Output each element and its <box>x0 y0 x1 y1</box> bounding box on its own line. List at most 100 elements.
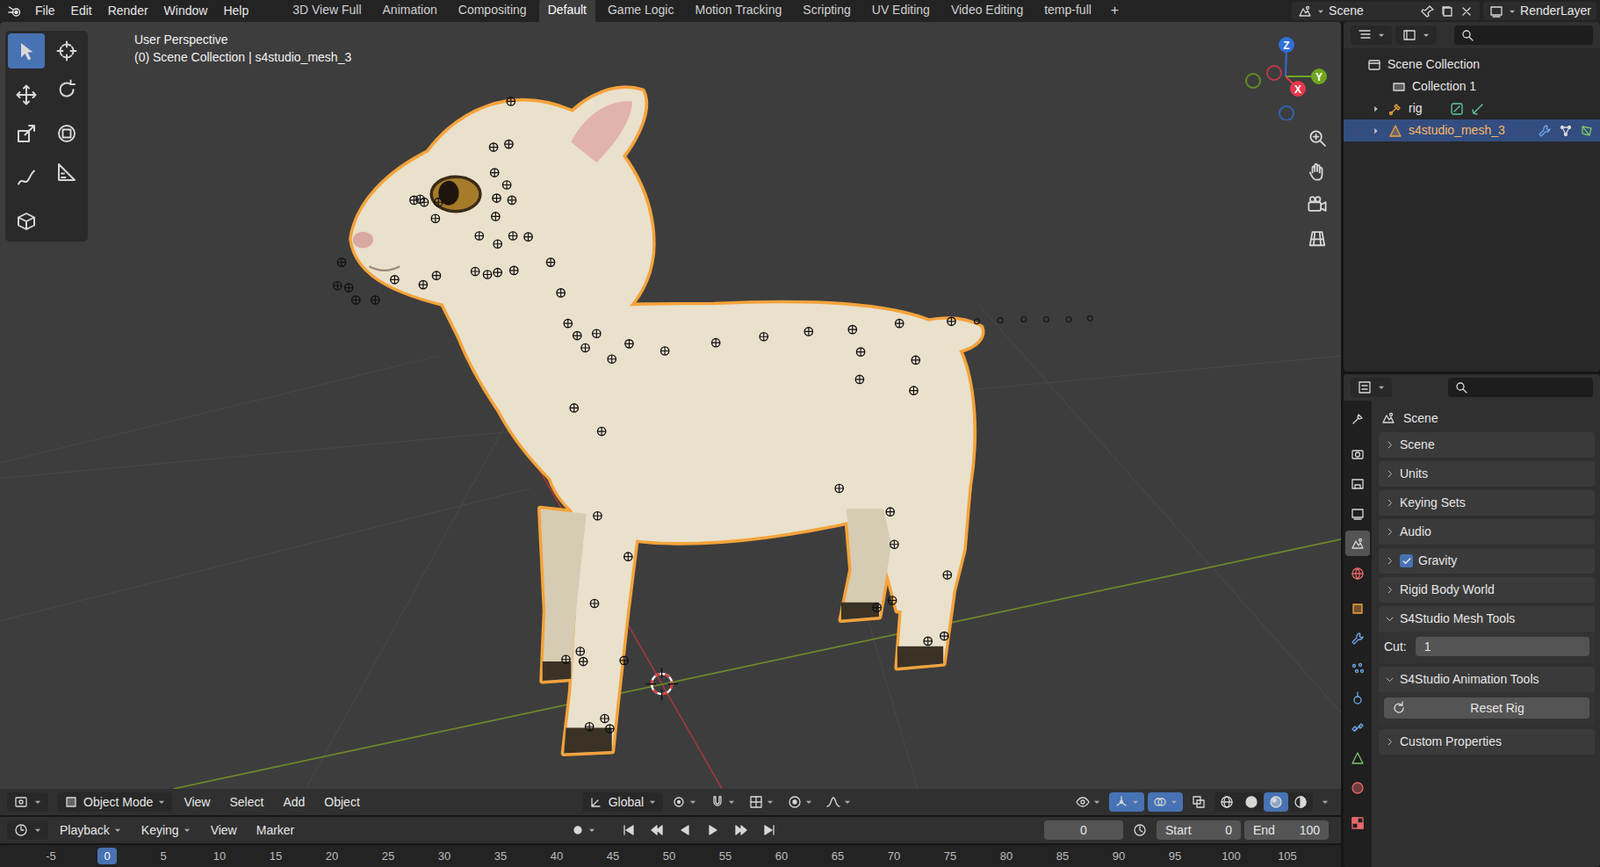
texture-icon[interactable] <box>1349 814 1366 831</box>
snap-button[interactable] <box>705 792 741 812</box>
properties-tab[interactable] <box>1345 684 1370 711</box>
viewport-menu[interactable]: Add <box>274 792 313 813</box>
frame-number[interactable]: 100 <box>1215 847 1247 865</box>
properties-tab[interactable] <box>1345 560 1370 586</box>
workspace-tab[interactable]: Game Logic <box>598 0 683 22</box>
display-mode-selector[interactable] <box>1395 25 1437 45</box>
panel-chevron-icon[interactable] <box>1383 437 1395 454</box>
properties-search[interactable] <box>1448 377 1593 397</box>
nav-button[interactable] <box>1304 124 1331 152</box>
shading-button[interactable] <box>1263 792 1289 812</box>
workspace-tab[interactable]: Default <box>539 0 596 22</box>
negative-axis-ball[interactable] <box>1279 106 1294 121</box>
xray-icon[interactable] <box>1190 793 1207 810</box>
frame-number[interactable]: 80 <box>994 847 1019 865</box>
timeline-menu[interactable]: Playback <box>51 819 130 841</box>
frame-tick[interactable]: 90 <box>1090 847 1147 865</box>
frame-tick[interactable]: 30 <box>416 847 473 865</box>
tool-button[interactable] <box>7 203 45 239</box>
properties-tab[interactable] <box>1345 744 1370 771</box>
shading-button[interactable] <box>1214 792 1240 812</box>
frame-number[interactable]: 60 <box>769 847 794 865</box>
frame-tick[interactable]: 25 <box>360 847 417 865</box>
frame-number[interactable]: 35 <box>488 847 513 865</box>
panel-header[interactable]: Audio <box>1378 518 1595 545</box>
nav-button[interactable] <box>1304 224 1331 252</box>
frame-tick[interactable]: 15 <box>247 847 304 865</box>
shading-button[interactable] <box>1288 792 1313 812</box>
scene-icon[interactable] <box>1297 3 1313 20</box>
viewport-toggle[interactable] <box>1109 792 1145 812</box>
frame-number[interactable]: 85 <box>1050 847 1075 865</box>
tool-button[interactable] <box>7 33 45 69</box>
properties-tab[interactable] <box>1345 530 1370 556</box>
snap-icon[interactable] <box>709 793 726 810</box>
viewport-toggle[interactable] <box>1186 792 1211 812</box>
view-layer-icon[interactable] <box>1349 505 1366 522</box>
tool-button[interactable] <box>48 115 86 152</box>
axis-label[interactable]: Y <box>1315 71 1323 84</box>
frame-tick[interactable]: -5 <box>22 847 80 865</box>
editor-type-selector[interactable] <box>7 820 49 840</box>
gizmos-icon[interactable] <box>1113 793 1130 810</box>
editor-type-selector[interactable] <box>1350 377 1392 397</box>
workspace-tab[interactable]: Animation <box>374 0 447 22</box>
properties-tab[interactable] <box>1345 625 1370 651</box>
panel-header[interactable]: Rigid Body World <box>1378 576 1595 603</box>
navigation-gizmo[interactable]: ZYX <box>1241 32 1330 121</box>
search-icon[interactable] <box>1453 379 1470 396</box>
frame-tick[interactable]: 10 <box>191 847 248 865</box>
search-icon[interactable] <box>1459 27 1476 44</box>
workspace-tab[interactable]: UV Editing <box>863 0 939 22</box>
close-icon[interactable] <box>1458 3 1475 20</box>
tool-button[interactable] <box>7 159 45 195</box>
material-shade-icon[interactable] <box>1268 793 1284 810</box>
view-layer-icon[interactable] <box>1488 3 1505 20</box>
frame-number[interactable]: 0 <box>97 847 116 865</box>
frame-tick[interactable]: 80 <box>978 847 1035 865</box>
current-frame-field[interactable]: 0 <box>1044 820 1124 840</box>
frame-tick[interactable]: 55 <box>697 847 754 865</box>
scene-render[interactable] <box>0 21 1341 789</box>
falloff-icon[interactable] <box>825 793 842 810</box>
menu-item[interactable]: Render <box>100 0 156 22</box>
timeline-menu-label[interactable]: Marker <box>256 822 296 838</box>
panel-title[interactable]: Rigid Body World <box>1399 582 1495 598</box>
nav-button[interactable] <box>1304 158 1331 185</box>
panel-title[interactable]: Custom Properties <box>1399 734 1502 750</box>
frame-number[interactable]: 25 <box>375 847 401 865</box>
menu-item[interactable]: Window <box>157 0 216 22</box>
falloff-button[interactable] <box>821 792 857 812</box>
outliner-label[interactable]: Collection 1 <box>1412 79 1477 94</box>
frame-tick[interactable]: 85 <box>1034 847 1091 865</box>
frame-number[interactable]: 30 <box>432 847 457 865</box>
mode-label[interactable]: Object Mode <box>83 794 153 810</box>
negative-axis-ball[interactable] <box>1246 73 1261 88</box>
visibility-icon[interactable] <box>1074 793 1091 810</box>
jump-start-icon[interactable] <box>620 821 637 838</box>
outliner-label[interactable]: rig <box>1408 100 1423 116</box>
panel-header[interactable]: Keying Sets <box>1378 490 1595 516</box>
properties-tab[interactable] <box>1345 470 1370 497</box>
view-layer-selector[interactable]: RenderLayer <box>1483 1 1597 21</box>
viewport-menu[interactable]: Object <box>316 792 368 813</box>
playback-control[interactable] <box>756 820 782 840</box>
panel-title[interactable]: Keying Sets <box>1399 495 1466 511</box>
properties-tab[interactable] <box>1345 714 1370 741</box>
frame-tick[interactable]: 100 <box>1203 847 1260 865</box>
scene-name[interactable]: Scene <box>1328 3 1417 19</box>
properties-editor-icon[interactable] <box>1356 379 1373 396</box>
editor-type-selector[interactable] <box>1350 25 1392 45</box>
workspace-tab[interactable]: 3D View Full <box>283 0 370 22</box>
transform-icon[interactable] <box>56 122 78 145</box>
workspace-tab[interactable]: Video Editing <box>942 0 1032 22</box>
axis-ball[interactable] <box>1290 80 1306 97</box>
orientation-icon[interactable] <box>588 793 605 810</box>
timeline-menu-label[interactable]: View <box>210 822 238 838</box>
camera-icon[interactable] <box>1307 194 1327 215</box>
add-workspace-button[interactable]: + <box>1103 0 1126 22</box>
frame-tick[interactable]: 95 <box>1146 847 1204 865</box>
panel-title[interactable]: Units <box>1399 466 1428 482</box>
frame-number[interactable]: 75 <box>937 847 963 865</box>
select-box-icon[interactable] <box>15 40 37 62</box>
